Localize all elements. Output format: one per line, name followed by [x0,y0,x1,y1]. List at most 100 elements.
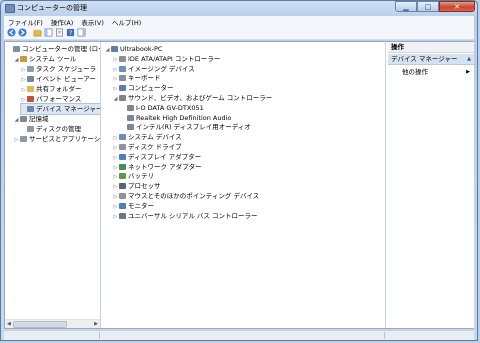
back-arrow-icon[interactable] [7,28,16,37]
help-icon[interactable]: ? [66,28,75,37]
actions-header: 操作 [388,42,474,53]
device-tree-item-label: サウンド、ビデオ、およびゲーム コントローラー [128,94,273,102]
console-tree-item-label: コンピューターの管理 (ローカ [22,45,100,53]
svg-text:?: ? [69,30,72,37]
menu-help[interactable]: ヘルプ(H) [108,16,145,27]
show-hide-tree-icon[interactable] [44,28,53,37]
horizontal-scrollbar[interactable]: ◀ ▶ [5,319,100,328]
storage-icon [20,116,27,122]
imaging-device-icon [119,65,126,72]
device-tree-item[interactable]: インテル(R) ディスプレイ用オーディオ [121,122,251,132]
device-tree-item-label: ディスク ドライブ [128,143,182,151]
sound-icon [119,95,126,101]
device-tree-item[interactable]: ▷ システム デバイス [113,132,182,142]
computer-management-app-icon [5,4,15,13]
disk-management-icon [27,126,34,132]
console-tree-item-label: デバイス マネージャー [36,105,101,113]
ide-controller-icon [119,55,126,62]
title-bar[interactable]: コンピューターの管理 ▁ □ ✕ [1,1,477,15]
actions-section-label: デバイス マネージャー [391,55,458,63]
main-panes: コンピューターの管理 (ローカ◢システム ツール▷タスク スケジューラ▷イベント… [4,41,474,329]
actions-section-device-manager[interactable]: デバイス マネージャー ▲ [388,54,474,65]
maximize-button[interactable]: □ [417,1,439,12]
menu-action[interactable]: 操作(A) [47,16,78,27]
services-icon [20,136,27,142]
system-tools-icon [20,56,27,62]
forward-arrow-icon[interactable] [18,28,27,37]
device-tree-item[interactable]: ◢ Ultrabook-PC [105,44,163,55]
device-tree-item[interactable]: ▷ ディスク ドライブ [113,142,182,152]
menu-view[interactable]: 表示(V) [77,16,108,27]
device-tree-item[interactable]: I-O DATA GV-DTX051 [121,103,204,113]
status-divider [384,332,385,339]
device-tree-item[interactable]: ▷ ユニバーサル シリアル バス コントローラー [113,211,258,221]
console-tree-item[interactable]: ディスクの管理 [21,124,81,134]
close-button[interactable]: ✕ [439,1,475,12]
menu-bar: ファイル(F) 操作(A) 表示(V) ヘルプ(H) [4,16,474,27]
console-tree-item-label: システム ツール [29,55,77,63]
device-tree-item[interactable]: ▷ モニター [113,201,154,211]
device-tree-item[interactable]: ▷ プロセッサ [113,181,161,191]
device-tree-item[interactable]: ▷ IDE ATA/ATAPI コントローラー [113,54,221,64]
device-tree-item-label: キーボード [128,74,161,83]
network-adapter-icon [119,163,126,170]
console-tree-item-label: パフォーマンス [36,95,82,103]
device-tree-item[interactable]: ▷ コンピューター [113,83,174,93]
device-tree-item-label: Ultrabook-PC [120,45,163,53]
device-tree-item[interactable]: ▷ ディスプレイ アダプター [113,152,202,162]
device-tree-item[interactable]: ▷ イメージング デバイス [113,64,195,74]
expand-twisty-icon[interactable]: ▷ [113,212,118,222]
scroll-left-icon[interactable]: ◀ [7,320,11,328]
device-tree-item[interactable]: Realtek High Definition Audio [121,113,231,123]
system-device-icon [119,134,126,141]
status-divider [99,332,100,339]
collapse-twisty-icon[interactable]: ◢ [14,55,19,65]
status-bar [4,330,474,340]
device-tree-item-label: プロセッサ [128,182,161,191]
console-tree-item[interactable]: ▷ イベント ビューアー [21,74,96,84]
more-actions-item[interactable]: 他の操作 ▶ [402,67,472,77]
console-tree-item[interactable]: ▷ サービスとアプリケーション [14,134,101,145]
console-tree-item[interactable]: ◢ 記憶域 [14,114,49,124]
speaker-icon [127,124,134,131]
toolbar: ? [4,26,474,40]
device-tree-item[interactable]: ▷ ネットワーク アダプター [113,162,202,172]
console-tree-item-label: タスク スケジューラ [36,65,97,73]
device-tree-item[interactable]: ◢ サウンド、ビデオ、およびゲーム コントローラー [113,93,273,104]
device-tree-item[interactable]: ▷ マウスとそのほかのポインティング デバイス [113,191,260,201]
up-folder-icon[interactable] [33,28,42,37]
device-tree-item[interactable]: ▷ キーボード [113,73,161,83]
collapse-twisty-icon[interactable]: ◢ [14,115,19,125]
disk-drive-icon [119,144,126,150]
expand-twisty-icon[interactable]: ▷ [14,135,19,145]
console-tree-item[interactable]: コンピューターの管理 (ローカ [7,44,100,54]
event-viewer-icon [27,76,34,82]
show-hide-action-pane-icon[interactable] [77,28,86,37]
window-title: コンピューターの管理 [17,4,87,12]
console-tree-item-label: サービスとアプリケーション [29,135,101,143]
task-scheduler-icon [27,66,34,72]
more-actions-label: 他の操作 [402,68,428,76]
console-tree-item[interactable]: ▷ タスク スケジューラ [21,64,97,74]
processor-icon [119,183,126,190]
performance-icon [27,96,34,102]
display-adapter-icon [119,153,126,160]
keyboard-icon [119,75,126,82]
collapse-twisty-icon[interactable]: ◢ [113,94,118,104]
console-tree-item[interactable]: ▷ 共有フォルダー [21,84,82,94]
scrollbar-thumb[interactable] [13,321,67,328]
collapse-up-icon[interactable]: ▲ [467,54,471,65]
properties-icon[interactable] [55,28,64,37]
console-tree-item[interactable]: ◢ システム ツール [14,54,77,65]
minimize-button[interactable]: ▁ [395,1,417,12]
device-tree-item-label: ディスプレイ アダプター [128,152,202,161]
collapse-twisty-icon[interactable]: ◢ [105,45,110,55]
speaker-icon [127,114,134,121]
device-tree-item-label: I-O DATA GV-DTX051 [136,103,204,112]
scroll-right-icon[interactable]: ▶ [94,320,98,328]
device-tree-item-label: Realtek High Definition Audio [136,113,232,122]
device-tree-item[interactable]: ▷ バッテリ [113,171,154,181]
usb-icon [119,212,126,219]
menu-file[interactable]: ファイル(F) [4,16,47,27]
battery-icon [119,173,126,180]
